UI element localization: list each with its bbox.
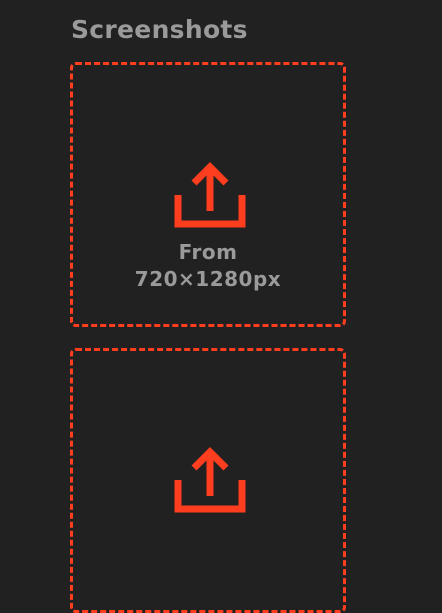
upload-hint-from: From — [178, 240, 238, 264]
screenshot-upload-dropzone[interactable] — [70, 348, 346, 613]
upload-icon — [174, 162, 246, 228]
upload-hint-size: 720×1280px — [134, 267, 282, 291]
upload-icon — [174, 447, 246, 513]
screenshot-upload-dropzone[interactable]: From 720×1280px — [70, 62, 346, 327]
upload-size-hint: From 720×1280px — [73, 239, 343, 293]
section-title: Screenshots — [71, 15, 248, 44]
